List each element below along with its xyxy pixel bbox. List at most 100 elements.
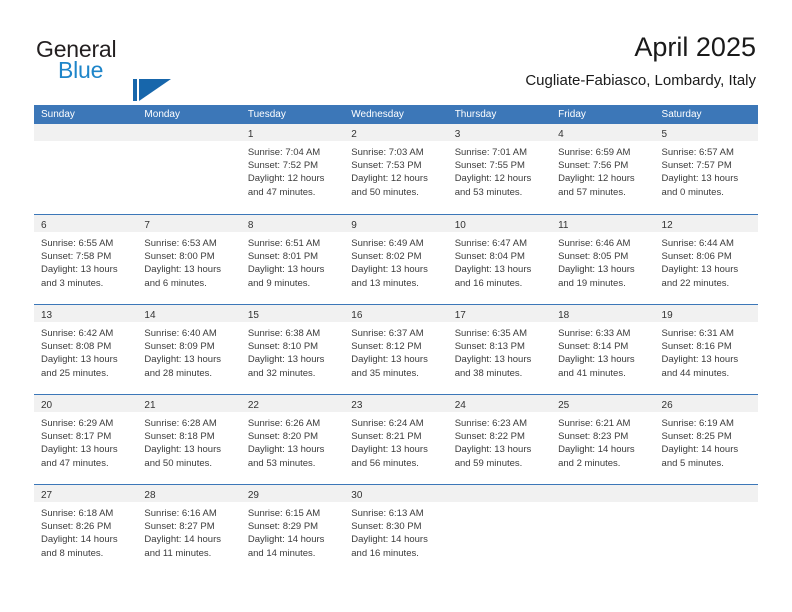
day-cell[interactable]: 30 Sunrise: 6:13 AM Sunset: 8:30 PM Dayl… bbox=[344, 485, 448, 574]
sunset-text: Sunset: 8:00 PM bbox=[144, 251, 215, 263]
daylight-text-line1: Daylight: 13 hours bbox=[41, 354, 118, 366]
daylight-text-line2: and 50 minutes. bbox=[144, 457, 213, 469]
day-cell[interactable]: 14 Sunrise: 6:40 AM Sunset: 8:09 PM Dayl… bbox=[137, 305, 241, 394]
day-cell[interactable]: 6 Sunrise: 6:55 AM Sunset: 7:58 PM Dayli… bbox=[34, 215, 138, 304]
day-number: 22 bbox=[247, 400, 259, 411]
sunrise-text: Sunrise: 6:29 AM bbox=[41, 418, 114, 429]
day-cell[interactable]: 22 Sunrise: 6:26 AM Sunset: 8:20 PM Dayl… bbox=[240, 395, 345, 484]
day-cell[interactable]: 29 Sunrise: 6:15 AM Sunset: 8:29 PM Dayl… bbox=[240, 485, 345, 574]
daylight-text-line1: Daylight: 13 hours bbox=[661, 264, 739, 276]
daylight-text-line2: and 14 minutes. bbox=[247, 547, 316, 559]
sunset-text: Sunset: 8:23 PM bbox=[558, 431, 629, 443]
day-cell[interactable]: 16 Sunrise: 6:37 AM Sunset: 8:12 PM Dayl… bbox=[344, 305, 448, 394]
sunset-text: Sunset: 8:18 PM bbox=[144, 431, 215, 443]
daylight-text-line1: Daylight: 13 hours bbox=[454, 444, 532, 456]
sunrise-text: Sunrise: 6:55 AM bbox=[41, 238, 114, 249]
day-cell[interactable]: 7 Sunrise: 6:53 AM Sunset: 8:00 PM Dayli… bbox=[137, 215, 241, 304]
day-number: 8 bbox=[247, 220, 254, 231]
sunset-text: Sunset: 8:30 PM bbox=[351, 521, 422, 533]
day-cell[interactable]: 4 Sunrise: 6:59 AM Sunset: 7:56 PM Dayli… bbox=[551, 124, 655, 214]
day-cell[interactable]: 18 Sunrise: 6:33 AM Sunset: 8:14 PM Dayl… bbox=[551, 305, 655, 394]
day-cell[interactable]: 12 Sunrise: 6:44 AM Sunset: 8:06 PM Dayl… bbox=[654, 215, 758, 304]
daylight-text-line2: and 22 minutes. bbox=[661, 277, 730, 289]
week-row: 6 Sunrise: 6:55 AM Sunset: 7:58 PM Dayli… bbox=[34, 214, 758, 304]
title-block: April 2025 Cugliate-Fabiasco, Lombardy, … bbox=[525, 30, 756, 92]
day-cell[interactable]: 10 Sunrise: 6:47 AM Sunset: 8:04 PM Dayl… bbox=[447, 215, 552, 304]
day-number: 7 bbox=[144, 220, 150, 231]
daylight-text-line2: and 16 minutes. bbox=[454, 277, 523, 289]
page-header: General Blue April 2025 Cugliate-Fabiasc… bbox=[0, 0, 792, 101]
day-cell[interactable]: 21 Sunrise: 6:28 AM Sunset: 8:18 PM Dayl… bbox=[137, 395, 241, 484]
day-cell[interactable]: 25 Sunrise: 6:21 AM Sunset: 8:23 PM Dayl… bbox=[551, 395, 655, 484]
sunrise-text: Sunrise: 6:44 AM bbox=[661, 238, 734, 249]
day-cell[interactable]: 28 Sunrise: 6:16 AM Sunset: 8:27 PM Dayl… bbox=[137, 485, 241, 574]
day-cell[interactable]: 5 Sunrise: 6:57 AM Sunset: 7:57 PM Dayli… bbox=[654, 124, 758, 214]
daylight-text-line2: and 44 minutes. bbox=[661, 367, 730, 379]
day-number: 11 bbox=[558, 220, 569, 231]
daylight-text-line1: Daylight: 13 hours bbox=[661, 173, 739, 185]
day-cell[interactable]: 20 Sunrise: 6:29 AM Sunset: 8:17 PM Dayl… bbox=[34, 395, 138, 484]
day-number: 26 bbox=[661, 400, 673, 411]
daylight-text-line1: Daylight: 13 hours bbox=[41, 444, 118, 456]
sunrise-text: Sunrise: 6:40 AM bbox=[144, 328, 217, 339]
week-row: 1 Sunrise: 7:04 AM Sunset: 7:52 PM Dayli… bbox=[34, 124, 758, 214]
generalblue-logo[interactable]: General Blue bbox=[36, 36, 196, 101]
day-cell[interactable]: 17 Sunrise: 6:35 AM Sunset: 8:13 PM Dayl… bbox=[447, 305, 552, 394]
day-cell[interactable] bbox=[551, 485, 655, 574]
day-number: 12 bbox=[661, 220, 673, 231]
day-number: 28 bbox=[144, 490, 156, 501]
sunset-text: Sunset: 7:57 PM bbox=[661, 160, 732, 172]
day-cell[interactable]: 19 Sunrise: 6:31 AM Sunset: 8:16 PM Dayl… bbox=[654, 305, 758, 394]
day-cell[interactable] bbox=[137, 124, 241, 214]
day-number: 30 bbox=[351, 490, 363, 501]
sunrise-text: Sunrise: 6:37 AM bbox=[351, 328, 424, 339]
day-cell[interactable]: 8 Sunrise: 6:51 AM Sunset: 8:01 PM Dayli… bbox=[240, 215, 345, 304]
weekday-header-monday: Monday bbox=[144, 109, 180, 120]
day-cell[interactable]: 27 Sunrise: 6:18 AM Sunset: 8:26 PM Dayl… bbox=[34, 485, 138, 574]
day-cell[interactable]: 9 Sunrise: 6:49 AM Sunset: 8:02 PM Dayli… bbox=[344, 215, 448, 304]
day-number: 21 bbox=[144, 400, 156, 411]
day-cell[interactable]: 15 Sunrise: 6:38 AM Sunset: 8:10 PM Dayl… bbox=[240, 305, 345, 394]
sunset-text: Sunset: 8:27 PM bbox=[144, 521, 215, 533]
page-title: April 2025 bbox=[634, 32, 756, 62]
sunrise-text: Sunrise: 6:49 AM bbox=[351, 238, 424, 249]
sunset-text: Sunset: 8:09 PM bbox=[144, 341, 215, 353]
day-cell[interactable]: 3 Sunrise: 7:01 AM Sunset: 7:55 PM Dayli… bbox=[447, 124, 552, 214]
sunrise-text: Sunrise: 6:53 AM bbox=[144, 238, 217, 249]
daylight-text-line2: and 9 minutes. bbox=[247, 277, 311, 289]
sunrise-text: Sunrise: 6:35 AM bbox=[454, 328, 528, 339]
calendar-grid: Sunday Monday Tuesday Wednesday Thursday… bbox=[34, 105, 758, 574]
sunset-text: Sunset: 8:17 PM bbox=[41, 431, 112, 443]
day-number: 13 bbox=[41, 310, 53, 321]
day-number: 24 bbox=[454, 400, 466, 411]
day-cell[interactable] bbox=[34, 124, 138, 214]
day-cell[interactable]: 2 Sunrise: 7:03 AM Sunset: 7:53 PM Dayli… bbox=[344, 124, 448, 214]
sunrise-text: Sunrise: 6:23 AM bbox=[454, 418, 528, 429]
day-cell[interactable]: 11 Sunrise: 6:46 AM Sunset: 8:05 PM Dayl… bbox=[551, 215, 655, 304]
daylight-text-line2: and 25 minutes. bbox=[41, 367, 109, 379]
weekday-header-saturday: Saturday bbox=[661, 109, 702, 120]
weekday-header-tuesday: Tuesday bbox=[247, 109, 286, 120]
daylight-text-line1: Daylight: 14 hours bbox=[351, 534, 428, 546]
daylight-text-line1: Daylight: 14 hours bbox=[661, 444, 739, 456]
day-cell[interactable] bbox=[447, 485, 552, 574]
sunrise-text: Sunrise: 7:03 AM bbox=[351, 147, 424, 158]
sunrise-text: Sunrise: 6:31 AM bbox=[661, 328, 734, 339]
day-cell[interactable]: 24 Sunrise: 6:23 AM Sunset: 8:22 PM Dayl… bbox=[447, 395, 552, 484]
daylight-text-line2: and 53 minutes. bbox=[247, 457, 316, 469]
daylight-text-line2: and 35 minutes. bbox=[351, 367, 419, 379]
daylight-text-line1: Daylight: 12 hours bbox=[351, 173, 428, 185]
day-cell[interactable]: 26 Sunrise: 6:19 AM Sunset: 8:25 PM Dayl… bbox=[654, 395, 758, 484]
sunrise-text: Sunrise: 6:57 AM bbox=[661, 147, 734, 158]
day-cell[interactable] bbox=[654, 485, 758, 574]
daylight-text-line2: and 50 minutes. bbox=[351, 186, 419, 198]
day-cell[interactable]: 1 Sunrise: 7:04 AM Sunset: 7:52 PM Dayli… bbox=[240, 124, 345, 214]
daylight-text-line1: Daylight: 13 hours bbox=[661, 354, 739, 366]
day-cell[interactable]: 23 Sunrise: 6:24 AM Sunset: 8:21 PM Dayl… bbox=[344, 395, 448, 484]
daylight-text-line1: Daylight: 13 hours bbox=[351, 264, 428, 276]
daylight-text-line1: Daylight: 13 hours bbox=[247, 264, 325, 276]
sunrise-text: Sunrise: 6:19 AM bbox=[661, 418, 734, 429]
day-cell[interactable]: 13 Sunrise: 6:42 AM Sunset: 8:08 PM Dayl… bbox=[34, 305, 138, 394]
daylight-text-line2: and 0 minutes. bbox=[661, 186, 724, 198]
sunrise-text: Sunrise: 6:51 AM bbox=[247, 238, 321, 249]
